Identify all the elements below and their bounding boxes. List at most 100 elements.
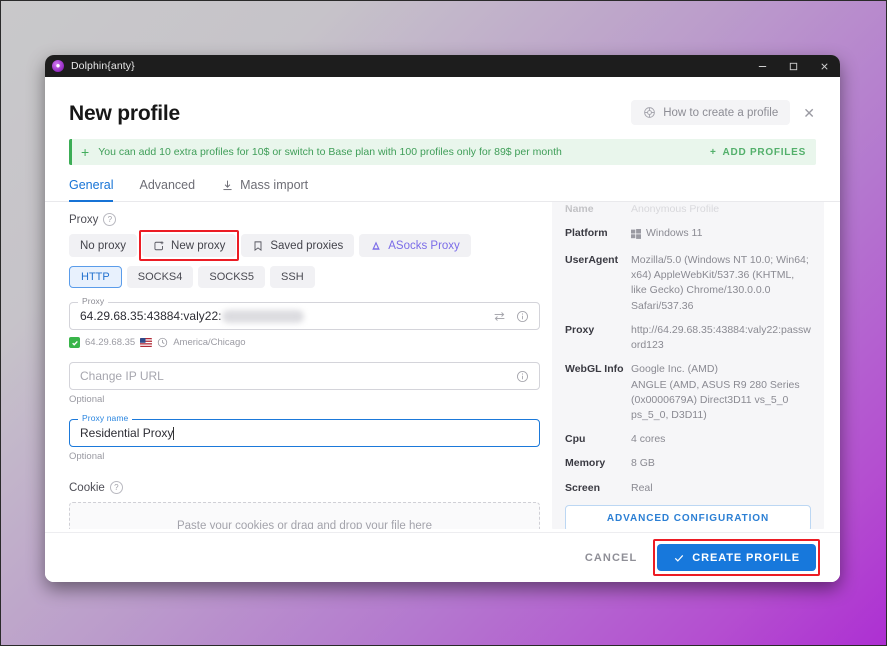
header-actions: How to create a profile ✕ <box>631 100 818 125</box>
info-value: Real <box>631 481 653 494</box>
info-key: WebGL Info <box>565 363 624 376</box>
swap-arrows-icon[interactable] <box>493 310 506 323</box>
proxy-section-label: Proxy ? <box>69 213 540 226</box>
proxy-mode-no-proxy[interactable]: No proxy <box>69 234 138 257</box>
info-value: Anonymous Profile <box>631 203 720 215</box>
upgrade-banner: + You can add 10 extra profiles for 10$ … <box>69 139 816 165</box>
proxy-input[interactable]: 64.29.68.35:43884:valy22: <box>69 302 540 330</box>
tab-general-label: General <box>69 178 114 192</box>
create-profile-button[interactable]: CREATE PROFILE <box>657 544 816 571</box>
proxy-status-ip: 64.29.68.35 <box>85 337 136 348</box>
tab-general[interactable]: General <box>69 178 114 202</box>
change-ip-url-input[interactable]: Change IP URL <box>69 362 540 390</box>
banner-plus-icon: + <box>81 144 90 160</box>
info-icon[interactable] <box>516 310 529 323</box>
proxy-name-field: Proxy name Residential Proxy Optional <box>69 413 540 462</box>
tab-advanced-label: Advanced <box>139 178 196 192</box>
proxy-input-icons <box>493 310 529 323</box>
add-profiles-button[interactable]: + ADD PROFILES <box>710 147 806 158</box>
proxy-status-timezone: America/Chicago <box>173 337 246 348</box>
create-profile-highlight-wrap: CREATE PROFILE <box>653 539 820 576</box>
tab-mass-import-label: Mass import <box>240 178 309 192</box>
tab-mass-import[interactable]: Mass import <box>221 178 308 201</box>
protocol-ssh[interactable]: SSH <box>270 266 315 288</box>
cancel-button[interactable]: CANCEL <box>581 546 641 570</box>
add-profiles-label: ADD PROFILES <box>722 146 806 158</box>
asocks-icon <box>370 240 382 252</box>
tab-advanced[interactable]: Advanced <box>139 178 195 201</box>
protocol-http[interactable]: HTTP <box>69 266 122 288</box>
proxy-name-hint: Optional <box>69 451 105 462</box>
page-title: New profile <box>69 102 180 125</box>
info-key: Screen <box>565 481 601 494</box>
create-profile-label: CREATE PROFILE <box>692 551 800 564</box>
proxy-mode-new-proxy[interactable]: New proxy <box>142 234 237 257</box>
info-row-memory: Memory 8 GB <box>565 456 811 471</box>
bookmark-icon <box>252 240 264 252</box>
info-value-wrap: Windows 11 <box>631 226 811 244</box>
new-proxy-highlight-wrap: New proxy <box>139 230 240 261</box>
info-key: Memory <box>565 457 606 470</box>
protocol-socks5[interactable]: SOCKS5 <box>198 266 266 288</box>
cookie-dropzone-text: Paste your cookies or drag and drop your… <box>176 520 433 529</box>
advanced-configuration-button[interactable]: ADVANCED CONFIGURATION <box>565 504 811 529</box>
info-value: Windows 11 <box>646 227 703 240</box>
app-logo-icon: ● <box>52 60 64 72</box>
no-proxy-label: No proxy <box>80 239 127 252</box>
info-row-name: Name Anonymous Profile <box>565 202 811 217</box>
asocks-label: ASocks Proxy <box>388 239 460 252</box>
proxy-label-text: Proxy <box>69 213 99 226</box>
info-key: Name <box>565 203 594 215</box>
protocol-http-label: HTTP <box>81 271 110 283</box>
how-to-create-profile-button[interactable]: How to create a profile <box>631 100 791 125</box>
change-ip-url-placeholder: Change IP URL <box>80 369 164 383</box>
info-key: Cpu <box>565 433 586 446</box>
text-cursor <box>173 426 175 440</box>
window-controls <box>747 55 840 77</box>
dolphin-anty-window: ● Dolphin{anty} New profile How to creat… <box>45 55 840 582</box>
protocol-socks4[interactable]: SOCKS4 <box>126 266 194 288</box>
info-key: UserAgent <box>565 254 619 267</box>
check-icon <box>673 552 685 564</box>
info-row-cpu: Cpu 4 cores <box>565 432 811 447</box>
close-icon[interactable] <box>809 55 840 77</box>
protocol-socks5-label: SOCKS5 <box>209 271 255 283</box>
cookie-dropzone[interactable]: Paste your cookies or drag and drop your… <box>69 502 540 529</box>
proxy-mode-saved-proxies[interactable]: Saved proxies <box>241 234 355 257</box>
maximize-icon[interactable] <box>778 55 809 77</box>
how-to-label: How to create a profile <box>663 106 779 119</box>
dialog-footer: CANCEL CREATE PROFILE <box>45 532 840 582</box>
proxy-status-row: 64.29.68.35 America/Chicago <box>69 337 540 348</box>
info-row-screen: Screen Real <box>565 481 811 496</box>
help-icon[interactable]: ? <box>103 213 117 226</box>
tab-bar: General Advanced Mass import <box>45 178 840 202</box>
info-value: Mozilla/5.0 (Windows NT 10.0; Win64; x64… <box>631 254 809 312</box>
fingerprint-card: Name Anonymous Profile Platform Windows … <box>552 202 824 529</box>
clock-icon <box>157 337 168 348</box>
change-ip-icons <box>516 370 529 383</box>
info-value: http://64.29.68.35:43884:valy22:password… <box>631 323 811 352</box>
app-content: New profile How to create a profile ✕ + <box>45 77 840 582</box>
minimize-icon[interactable] <box>747 55 778 77</box>
window-titlebar: ● Dolphin{anty} <box>45 55 840 77</box>
info-icon[interactable] <box>516 370 529 383</box>
us-flag-icon <box>140 338 153 347</box>
info-row-webgl: WebGL Info Google Inc. (AMD) ANGLE (AMD,… <box>565 362 811 423</box>
dialog-close-icon[interactable]: ✕ <box>800 104 818 122</box>
check-icon <box>69 337 80 348</box>
info-row-proxy: Proxy http://64.29.68.35:43884:valy22:pa… <box>565 323 811 353</box>
proxy-mode-asocks[interactable]: ASocks Proxy <box>359 234 471 257</box>
fingerprint-info-column: Name Anonymous Profile Platform Windows … <box>540 202 840 529</box>
info-row-platform: Platform Windows 11 <box>565 226 811 244</box>
download-icon <box>221 179 234 192</box>
protocol-ssh-label: SSH <box>281 271 304 283</box>
proxy-input-value: 64.29.68.35:43884:valy22: <box>80 309 222 323</box>
redacted-password-mask <box>222 309 305 323</box>
info-value: 8 GB <box>631 457 655 470</box>
cookie-section: Cookie ? Paste your cookies or drag and … <box>69 481 540 529</box>
proxy-field-legend: Proxy <box>78 296 109 306</box>
new-proxy-icon <box>153 240 165 252</box>
change-ip-url-field: Change IP URL Optional <box>69 362 540 405</box>
proxy-name-input[interactable]: Residential Proxy <box>69 419 540 447</box>
help-icon[interactable]: ? <box>109 481 123 494</box>
